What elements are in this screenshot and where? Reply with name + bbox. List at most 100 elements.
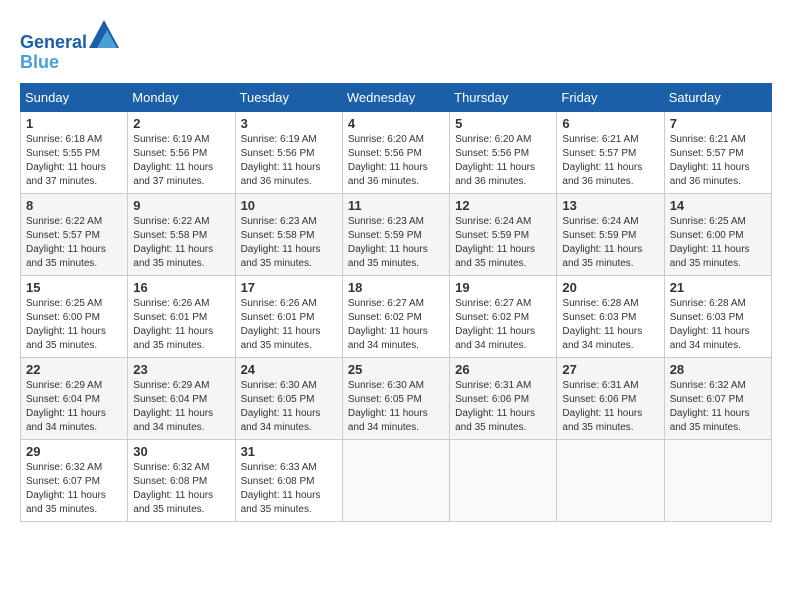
day-info: Sunrise: 6:32 AMSunset: 6:07 PMDaylight:…: [670, 380, 750, 433]
calendar-cell: 5 Sunrise: 6:20 AMSunset: 5:56 PMDayligh…: [450, 111, 557, 193]
weekday-header: Sunday: [21, 83, 128, 111]
day-info: Sunrise: 6:19 AMSunset: 5:56 PMDaylight:…: [241, 134, 321, 187]
day-number: 29: [26, 444, 122, 459]
calendar-week-row: 15 Sunrise: 6:25 AMSunset: 6:00 PMDaylig…: [21, 275, 772, 357]
day-info: Sunrise: 6:32 AMSunset: 6:07 PMDaylight:…: [26, 462, 106, 515]
calendar-cell: 27 Sunrise: 6:31 AMSunset: 6:06 PMDaylig…: [557, 357, 664, 439]
day-info: Sunrise: 6:31 AMSunset: 6:06 PMDaylight:…: [562, 380, 642, 433]
day-number: 14: [670, 198, 766, 213]
calendar-table: SundayMondayTuesdayWednesdayThursdayFrid…: [20, 83, 772, 522]
calendar-cell: 25 Sunrise: 6:30 AMSunset: 6:05 PMDaylig…: [342, 357, 449, 439]
day-number: 12: [455, 198, 551, 213]
day-info: Sunrise: 6:25 AMSunset: 6:00 PMDaylight:…: [670, 216, 750, 269]
calendar-cell: 24 Sunrise: 6:30 AMSunset: 6:05 PMDaylig…: [235, 357, 342, 439]
day-info: Sunrise: 6:18 AMSunset: 5:55 PMDaylight:…: [26, 134, 106, 187]
calendar-cell: 26 Sunrise: 6:31 AMSunset: 6:06 PMDaylig…: [450, 357, 557, 439]
weekday-header: Wednesday: [342, 83, 449, 111]
calendar-cell: 15 Sunrise: 6:25 AMSunset: 6:00 PMDaylig…: [21, 275, 128, 357]
day-number: 6: [562, 116, 658, 131]
calendar-cell: 6 Sunrise: 6:21 AMSunset: 5:57 PMDayligh…: [557, 111, 664, 193]
day-info: Sunrise: 6:30 AMSunset: 6:05 PMDaylight:…: [348, 380, 428, 433]
calendar-cell: 16 Sunrise: 6:26 AMSunset: 6:01 PMDaylig…: [128, 275, 235, 357]
calendar-cell: 20 Sunrise: 6:28 AMSunset: 6:03 PMDaylig…: [557, 275, 664, 357]
day-info: Sunrise: 6:24 AMSunset: 5:59 PMDaylight:…: [455, 216, 535, 269]
day-info: Sunrise: 6:22 AMSunset: 5:57 PMDaylight:…: [26, 216, 106, 269]
day-info: Sunrise: 6:19 AMSunset: 5:56 PMDaylight:…: [133, 134, 213, 187]
calendar-week-row: 1 Sunrise: 6:18 AMSunset: 5:55 PMDayligh…: [21, 111, 772, 193]
calendar-cell: 23 Sunrise: 6:29 AMSunset: 6:04 PMDaylig…: [128, 357, 235, 439]
day-number: 21: [670, 280, 766, 295]
calendar-week-row: 22 Sunrise: 6:29 AMSunset: 6:04 PMDaylig…: [21, 357, 772, 439]
day-info: Sunrise: 6:21 AMSunset: 5:57 PMDaylight:…: [670, 134, 750, 187]
day-number: 13: [562, 198, 658, 213]
day-number: 26: [455, 362, 551, 377]
calendar-cell: 7 Sunrise: 6:21 AMSunset: 5:57 PMDayligh…: [664, 111, 771, 193]
day-info: Sunrise: 6:20 AMSunset: 5:56 PMDaylight:…: [455, 134, 535, 187]
calendar-cell: 11 Sunrise: 6:23 AMSunset: 5:59 PMDaylig…: [342, 193, 449, 275]
day-info: Sunrise: 6:31 AMSunset: 6:06 PMDaylight:…: [455, 380, 535, 433]
calendar-cell: 4 Sunrise: 6:20 AMSunset: 5:56 PMDayligh…: [342, 111, 449, 193]
day-info: Sunrise: 6:26 AMSunset: 6:01 PMDaylight:…: [133, 298, 213, 351]
calendar-header-row: SundayMondayTuesdayWednesdayThursdayFrid…: [21, 83, 772, 111]
calendar-cell: [557, 439, 664, 521]
day-number: 28: [670, 362, 766, 377]
day-number: 17: [241, 280, 337, 295]
day-info: Sunrise: 6:28 AMSunset: 6:03 PMDaylight:…: [670, 298, 750, 351]
calendar-cell: 18 Sunrise: 6:27 AMSunset: 6:02 PMDaylig…: [342, 275, 449, 357]
day-info: Sunrise: 6:27 AMSunset: 6:02 PMDaylight:…: [348, 298, 428, 351]
calendar-cell: 19 Sunrise: 6:27 AMSunset: 6:02 PMDaylig…: [450, 275, 557, 357]
calendar-cell: 10 Sunrise: 6:23 AMSunset: 5:58 PMDaylig…: [235, 193, 342, 275]
calendar-cell: [450, 439, 557, 521]
calendar-cell: 8 Sunrise: 6:22 AMSunset: 5:57 PMDayligh…: [21, 193, 128, 275]
calendar-week-row: 8 Sunrise: 6:22 AMSunset: 5:57 PMDayligh…: [21, 193, 772, 275]
day-number: 7: [670, 116, 766, 131]
day-info: Sunrise: 6:24 AMSunset: 5:59 PMDaylight:…: [562, 216, 642, 269]
day-number: 3: [241, 116, 337, 131]
day-number: 5: [455, 116, 551, 131]
day-number: 10: [241, 198, 337, 213]
day-info: Sunrise: 6:26 AMSunset: 6:01 PMDaylight:…: [241, 298, 321, 351]
calendar-cell: 13 Sunrise: 6:24 AMSunset: 5:59 PMDaylig…: [557, 193, 664, 275]
day-info: Sunrise: 6:29 AMSunset: 6:04 PMDaylight:…: [26, 380, 106, 433]
day-info: Sunrise: 6:23 AMSunset: 5:58 PMDaylight:…: [241, 216, 321, 269]
calendar-cell: 9 Sunrise: 6:22 AMSunset: 5:58 PMDayligh…: [128, 193, 235, 275]
calendar-cell: 22 Sunrise: 6:29 AMSunset: 6:04 PMDaylig…: [21, 357, 128, 439]
day-number: 30: [133, 444, 229, 459]
day-info: Sunrise: 6:21 AMSunset: 5:57 PMDaylight:…: [562, 134, 642, 187]
weekday-header: Tuesday: [235, 83, 342, 111]
day-info: Sunrise: 6:33 AMSunset: 6:08 PMDaylight:…: [241, 462, 321, 515]
calendar-cell: [342, 439, 449, 521]
day-number: 2: [133, 116, 229, 131]
logo-icon: [89, 20, 119, 48]
calendar-week-row: 29 Sunrise: 6:32 AMSunset: 6:07 PMDaylig…: [21, 439, 772, 521]
day-info: Sunrise: 6:25 AMSunset: 6:00 PMDaylight:…: [26, 298, 106, 351]
calendar-cell: 31 Sunrise: 6:33 AMSunset: 6:08 PMDaylig…: [235, 439, 342, 521]
day-number: 24: [241, 362, 337, 377]
day-info: Sunrise: 6:29 AMSunset: 6:04 PMDaylight:…: [133, 380, 213, 433]
day-info: Sunrise: 6:30 AMSunset: 6:05 PMDaylight:…: [241, 380, 321, 433]
logo-text: General Blue: [20, 20, 119, 73]
day-number: 11: [348, 198, 444, 213]
calendar-cell: 17 Sunrise: 6:26 AMSunset: 6:01 PMDaylig…: [235, 275, 342, 357]
day-number: 31: [241, 444, 337, 459]
calendar-cell: 28 Sunrise: 6:32 AMSunset: 6:07 PMDaylig…: [664, 357, 771, 439]
calendar-cell: 30 Sunrise: 6:32 AMSunset: 6:08 PMDaylig…: [128, 439, 235, 521]
day-info: Sunrise: 6:20 AMSunset: 5:56 PMDaylight:…: [348, 134, 428, 187]
weekday-header: Thursday: [450, 83, 557, 111]
logo: General Blue: [20, 20, 119, 73]
day-number: 8: [26, 198, 122, 213]
day-info: Sunrise: 6:22 AMSunset: 5:58 PMDaylight:…: [133, 216, 213, 269]
calendar-cell: 21 Sunrise: 6:28 AMSunset: 6:03 PMDaylig…: [664, 275, 771, 357]
day-number: 18: [348, 280, 444, 295]
day-number: 22: [26, 362, 122, 377]
weekday-header: Friday: [557, 83, 664, 111]
day-number: 1: [26, 116, 122, 131]
calendar-cell: 3 Sunrise: 6:19 AMSunset: 5:56 PMDayligh…: [235, 111, 342, 193]
calendar-cell: 1 Sunrise: 6:18 AMSunset: 5:55 PMDayligh…: [21, 111, 128, 193]
day-info: Sunrise: 6:27 AMSunset: 6:02 PMDaylight:…: [455, 298, 535, 351]
day-info: Sunrise: 6:32 AMSunset: 6:08 PMDaylight:…: [133, 462, 213, 515]
day-number: 4: [348, 116, 444, 131]
day-number: 19: [455, 280, 551, 295]
day-info: Sunrise: 6:23 AMSunset: 5:59 PMDaylight:…: [348, 216, 428, 269]
calendar-cell: [664, 439, 771, 521]
